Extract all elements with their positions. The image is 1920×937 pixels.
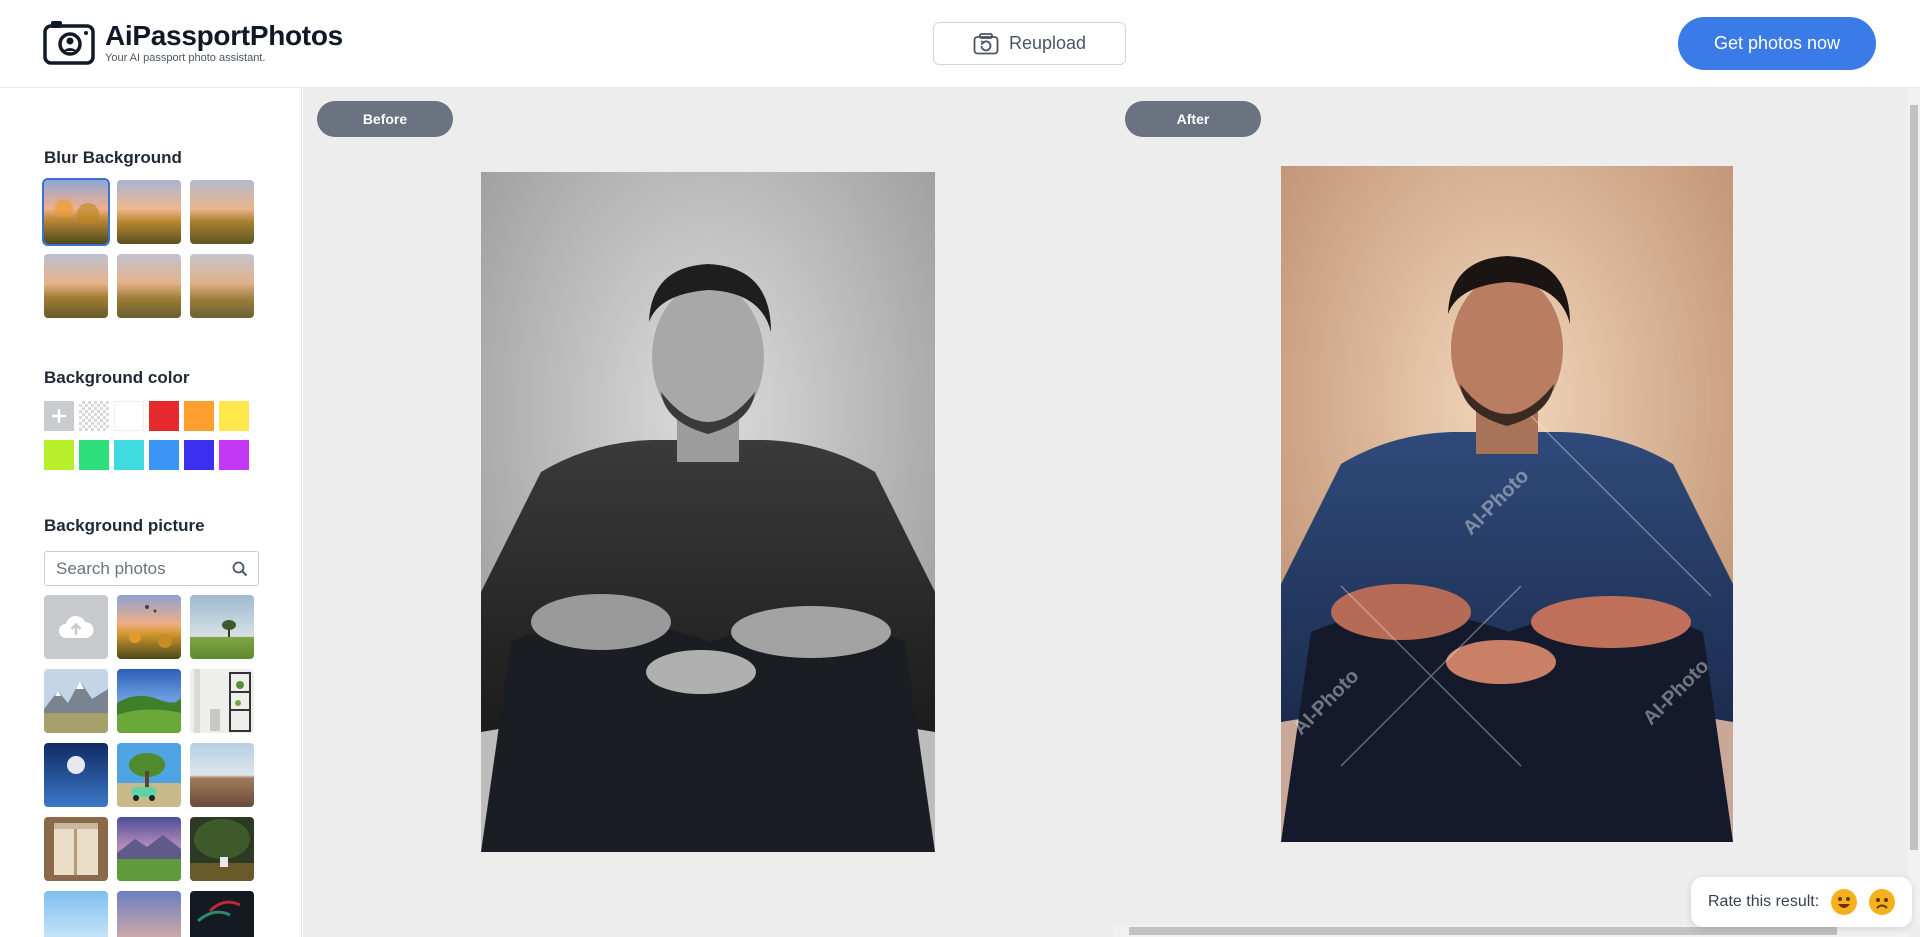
sad-face-icon[interactable] — [1869, 889, 1896, 915]
before-photo — [481, 172, 935, 852]
background-picture-tree-field[interactable] — [190, 595, 254, 659]
background-picture-dark-abstract[interactable] — [190, 891, 254, 937]
color-swatch-red[interactable] — [149, 401, 179, 431]
background-color-title: Background color — [44, 368, 190, 387]
sunset-sky-thumbnail — [117, 891, 181, 937]
moon-sky-thumbnail — [44, 743, 108, 807]
original-portrait-image — [481, 172, 935, 852]
happy-face-icon[interactable] — [1831, 889, 1858, 915]
plus-icon — [52, 409, 66, 423]
reupload-label: Reupload — [1008, 33, 1087, 53]
background-picture-shelf-room[interactable] — [190, 669, 254, 733]
before-tag: Before — [317, 101, 453, 137]
background-picture-title: Background picture — [44, 516, 205, 535]
green-hills-thumbnail — [117, 669, 181, 733]
tree-field-thumbnail — [190, 595, 254, 659]
upload-background-button[interactable] — [44, 595, 108, 659]
blur-option-5[interactable] — [117, 254, 181, 318]
window-curtain-thumbnail — [44, 817, 108, 881]
vertical-scrollbar[interactable] — [1908, 88, 1920, 925]
background-picture-sunset-sky[interactable] — [117, 891, 181, 937]
rate-result-widget: Rate this result: — [1691, 877, 1912, 927]
preview-area: Before After AI-Photo AI-Photo AI-Photo — [303, 88, 1920, 937]
blur-background-title: Blur Background — [44, 148, 182, 167]
background-picture-moon[interactable] — [44, 743, 108, 807]
after-photo: AI-Photo AI-Photo AI-Photo — [1281, 166, 1733, 842]
balloons-landscape-thumbnail — [117, 595, 181, 659]
reupload-button[interactable]: Reupload — [933, 22, 1126, 65]
blue-sky-thumbnail — [44, 891, 108, 937]
color-swatch-lime[interactable] — [44, 440, 74, 470]
search-photos-input[interactable] — [56, 559, 226, 579]
search-icon[interactable] — [232, 561, 248, 577]
mountains-thumbnail — [44, 669, 108, 733]
background-picture-purple-valley[interactable] — [117, 817, 181, 881]
background-picture-dark-tree[interactable] — [190, 817, 254, 881]
app-name: AiPassportPhotos — [105, 19, 343, 51]
background-picture-window[interactable] — [44, 817, 108, 881]
color-swatch-orange[interactable] — [184, 401, 214, 431]
color-swatch-green[interactable] — [79, 440, 109, 470]
shelf-room-thumbnail — [190, 669, 254, 733]
background-picture-mountains[interactable] — [44, 669, 108, 733]
photo-search-box — [44, 551, 259, 586]
background-picture-car-tree[interactable] — [117, 743, 181, 807]
blur-option-1[interactable] — [42, 178, 110, 246]
brand-logo[interactable]: AiPassportPhotos Your AI passport photo … — [43, 20, 343, 65]
color-swatch-transparent[interactable] — [79, 401, 109, 431]
blurred-landscape-thumbnail — [190, 254, 254, 318]
get-photos-now-button[interactable]: Get photos now — [1678, 17, 1876, 70]
blur-option-4[interactable] — [44, 254, 108, 318]
landscape-thumbnail — [44, 180, 108, 244]
top-header: AiPassportPhotos Your AI passport photo … — [0, 0, 1920, 88]
color-swatch-purple[interactable] — [219, 440, 249, 470]
blur-option-3[interactable] — [190, 180, 254, 244]
processed-portrait-image: AI-Photo AI-Photo AI-Photo — [1281, 166, 1733, 842]
background-picture-balloons[interactable] — [117, 595, 181, 659]
blurred-landscape-thumbnail — [117, 254, 181, 318]
blur-option-6[interactable] — [190, 254, 254, 318]
camera-logo-icon — [43, 21, 95, 65]
horizontal-scrollbar-thumb[interactable] — [1129, 927, 1837, 935]
color-swatch-cyan[interactable] — [114, 440, 144, 470]
color-swatch-light-blue[interactable] — [149, 440, 179, 470]
blurred-landscape-thumbnail — [44, 254, 108, 318]
editor-sidebar: Blur Background Background color Backgro… — [0, 88, 302, 937]
background-picture-green-hills[interactable] — [117, 669, 181, 733]
rate-result-label: Rate this result: — [1708, 893, 1820, 910]
after-tag: After — [1125, 101, 1261, 137]
color-swatch-yellow[interactable] — [219, 401, 249, 431]
app-tagline: Your AI passport photo assistant. — [105, 51, 266, 64]
blur-option-2[interactable] — [117, 180, 181, 244]
blurred-landscape-thumbnail — [117, 180, 181, 244]
dark-tree-chair-thumbnail — [190, 817, 254, 881]
purple-valley-thumbnail — [117, 817, 181, 881]
color-swatch-blue[interactable] — [184, 440, 214, 470]
meadow-thumbnail — [190, 743, 254, 807]
background-picture-blue-sky[interactable] — [44, 891, 108, 937]
background-picture-meadow[interactable] — [190, 743, 254, 807]
camera-rotate-icon — [973, 32, 999, 54]
add-custom-color-button[interactable] — [44, 401, 74, 431]
dark-abstract-thumbnail — [190, 891, 254, 937]
color-swatch-white[interactable] — [114, 401, 144, 431]
vertical-scrollbar-thumb[interactable] — [1910, 105, 1918, 850]
car-tree-thumbnail — [117, 743, 181, 807]
cloud-upload-icon — [59, 615, 94, 638]
blurred-landscape-thumbnail — [190, 180, 254, 244]
